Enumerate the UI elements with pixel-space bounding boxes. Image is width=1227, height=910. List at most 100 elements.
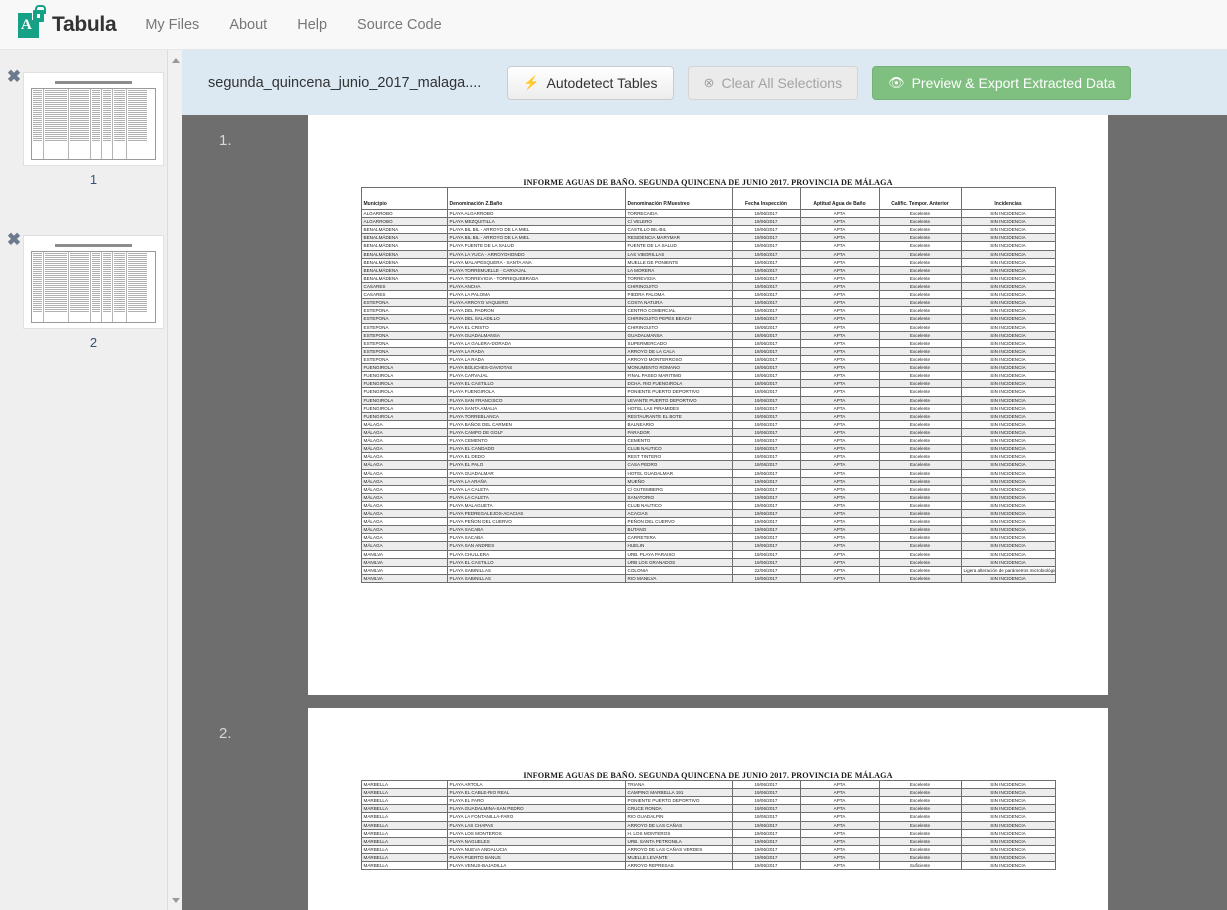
table-row: BENALMÁDENAPLAYA TORREMUELLE - CARVAJALL… — [361, 266, 1055, 274]
nav-item-help[interactable]: Help — [282, 0, 342, 50]
table-row: MÁLAGAPLAYA LA ARAÑAMUEÑO19/06/2017APTAE… — [361, 477, 1055, 485]
close-icon[interactable]: ✖ — [6, 232, 22, 248]
table-cell: PLAYA SAN FRANCISCO — [447, 396, 625, 404]
table-cell: APTA — [800, 469, 879, 477]
table-cell: SIN INCIDENCIA — [961, 813, 1055, 821]
table-cell: SIN INCIDENCIA — [961, 542, 1055, 550]
table-cell: PLAYA GUADALMANSA — [447, 331, 625, 339]
table-cell: Excelente — [879, 388, 961, 396]
table-cell: APTA — [800, 347, 879, 355]
column-header: Fecha Inspección — [732, 188, 800, 210]
table-row: MANILVAPLAYA SABINILLASRIO MANILVA19/06/… — [361, 574, 1055, 582]
table-cell: MÁLAGA — [361, 526, 447, 534]
table-cell: 19/06/2017 — [732, 781, 800, 789]
table-cell: ARROYO DE LA CALA — [625, 347, 732, 355]
table-row: BENALMÁDENAPLAYA FUENTE DE LA SALUDFUENT… — [361, 242, 1055, 250]
table-cell: Excelente — [879, 837, 961, 845]
table-cell: HOTEL GUADALMAR — [625, 469, 732, 477]
table-row: BENALMÁDENAPLAYA BIL BIL - ARROYO DE LA … — [361, 226, 1055, 234]
table-cell: 19/06/2017 — [732, 242, 800, 250]
preview-export-button[interactable]: 👁 Preview & Export Extracted Data — [872, 66, 1131, 100]
table-cell: 19/06/2017 — [732, 347, 800, 355]
table-cell: Excelente — [879, 396, 961, 404]
sidebar-scrollbar[interactable] — [167, 50, 182, 910]
table-cell: APTA — [800, 355, 879, 363]
close-icon[interactable]: ✖ — [6, 69, 22, 85]
autodetect-tables-button[interactable]: ⚡ Autodetect Tables — [507, 66, 673, 100]
column-header: Aptitud Agua de Baño — [800, 188, 879, 210]
table-cell: ESTEPONA — [361, 331, 447, 339]
table-cell: MÁLAGA — [361, 477, 447, 485]
table-cell: CASARES — [361, 282, 447, 290]
nav-item-my-files[interactable]: My Files — [130, 0, 214, 50]
scroll-down-arrow-icon[interactable] — [168, 892, 182, 908]
table-cell: MARBELLA — [361, 853, 447, 861]
table-row: MARBELLAPLAYA PUERTO BANUSMUELLE LEVANTE… — [361, 853, 1055, 861]
table-cell: ALGARROBO — [361, 218, 447, 226]
brand-logo[interactable]: A Tabula — [0, 0, 130, 50]
table-cell: ESTEPONA — [361, 315, 447, 323]
table-cell: 19/06/2017 — [732, 526, 800, 534]
table-cell: Excelente — [879, 420, 961, 428]
table-cell: PLAYA PEDREGALEJOS-ACACIAS — [447, 510, 625, 518]
table-cell: URB LOS GRANADOS — [625, 558, 732, 566]
scroll-up-arrow-icon[interactable] — [168, 52, 182, 68]
table-cell: 19/06/2017 — [732, 282, 800, 290]
table-cell: SIN INCIDENCIA — [961, 234, 1055, 242]
table-cell: SIN INCIDENCIA — [961, 250, 1055, 258]
table-cell: SIN INCIDENCIA — [961, 380, 1055, 388]
clear-all-selections-button[interactable]: ⊗ Clear All Selections — [688, 66, 859, 100]
pdf-page-canvas[interactable]: INFORME AGUAS DE BAÑO. SEGUNDA QUINCENA … — [308, 708, 1108, 910]
extracted-table[interactable]: MunicipioDenominación Z.BañoDenominación… — [361, 187, 1056, 583]
table-cell: SIN INCIDENCIA — [961, 420, 1055, 428]
table-cell: MARBELLA — [361, 781, 447, 789]
table-cell: 19/06/2017 — [732, 518, 800, 526]
table-cell: PONIENTE PUERTO DEPORTIVO — [625, 797, 732, 805]
table-cell: 19/06/2017 — [732, 853, 800, 861]
table-row: MARBELLAPLAYA EL CABLE-RIO REALCAMPING M… — [361, 789, 1055, 797]
table-cell: APTA — [800, 428, 879, 436]
table-cell: ARROYO DE LAS CAÑAS VERDES — [625, 845, 732, 853]
table-row: BENALMÁDENAPLAYA BIL BIL - ARROYO DE LA … — [361, 234, 1055, 242]
page-thumbnail[interactable] — [23, 235, 164, 329]
extracted-table[interactable]: MARBELLAPLAYA ARTOLATRIANA19/06/2017APTA… — [361, 780, 1056, 870]
table-cell: Excelente — [879, 550, 961, 558]
table-cell: APTA — [800, 250, 879, 258]
table-cell: APTA — [800, 420, 879, 428]
table-cell: ARROYO DE LAS CAÑAS — [625, 821, 732, 829]
table-cell: CHIRINGUITO PEPES BEACH — [625, 315, 732, 323]
table-cell: CHIRINGUITO — [625, 282, 732, 290]
table-cell: APTA — [800, 845, 879, 853]
pdf-pages-viewport[interactable]: 1.INFORME AGUAS DE BAÑO. SEGUNDA QUINCEN… — [182, 115, 1227, 910]
table-cell: Excelente — [879, 274, 961, 282]
table-cell: APTA — [800, 526, 879, 534]
table-cell: Excelente — [879, 364, 961, 372]
table-row: FUENGIROLAPLAYA FUENGIROLAPONIENTE PUERT… — [361, 388, 1055, 396]
table-cell: Excelente — [879, 445, 961, 453]
table-cell: PLAYA BIL BIL - ARROYO DE LA MIEL — [447, 234, 625, 242]
table-cell: APTA — [800, 274, 879, 282]
table-cell: APTA — [800, 404, 879, 412]
table-cell: SIN INCIDENCIA — [961, 574, 1055, 582]
table-cell: FUENGIROLA — [361, 404, 447, 412]
table-row: BENALMÁDENAPLAYA MALAPESQUERA - SANTA AN… — [361, 258, 1055, 266]
table-cell: PLAYA LA FONTANILLA-FARO — [447, 813, 625, 821]
pdf-page-canvas[interactable]: INFORME AGUAS DE BAÑO. SEGUNDA QUINCENA … — [308, 115, 1108, 695]
table-cell: PLAYA MEZQUITILLA — [447, 218, 625, 226]
table-cell: APTA — [800, 862, 879, 870]
table-cell: PLAYA NAGUELES — [447, 837, 625, 845]
lock-icon — [33, 10, 44, 22]
table-cell: 19/06/2017 — [732, 396, 800, 404]
table-cell: 19/06/2017 — [732, 469, 800, 477]
table-cell: 19/06/2017 — [732, 266, 800, 274]
table-cell: MÁLAGA — [361, 437, 447, 445]
table-cell: SIN INCIDENCIA — [961, 493, 1055, 501]
nav-item-about[interactable]: About — [214, 0, 282, 50]
nav-item-source-code[interactable]: Source Code — [342, 0, 457, 50]
table-cell: LEVANTE PUERTO DEPORTIVO — [625, 396, 732, 404]
table-cell: PONIENTE PUERTO DEPORTIVO — [625, 388, 732, 396]
table-row: ESTEPONAPLAYA EL CRISTOCHIRINGUITO19/06/… — [361, 323, 1055, 331]
page-thumbnail[interactable] — [23, 72, 164, 166]
table-cell: 19/06/2017 — [732, 218, 800, 226]
table-cell: APTA — [800, 242, 879, 250]
